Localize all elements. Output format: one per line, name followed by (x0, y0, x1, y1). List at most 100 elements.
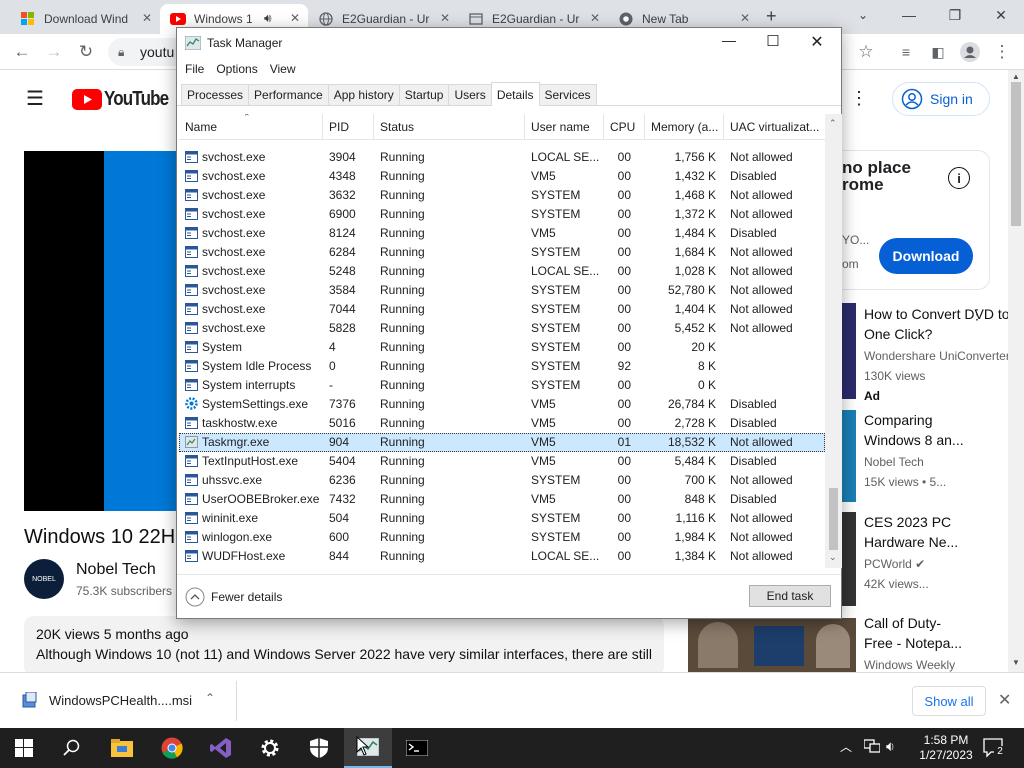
table-row[interactable]: svchost.exe 3632 Running SYSTEM 00 1,468 K Not… (179, 186, 825, 205)
task-manager-window[interactable]: Task Manager — ☐ ✕ File Options View Pro… (176, 27, 842, 619)
table-row[interactable]: winlogon.exe 600 Running SYSTEM 00 1,984 K Not… (179, 528, 825, 547)
tab-processes[interactable]: Processes (181, 84, 250, 105)
table-row[interactable]: svchost.exe 4348 Running VM5 00 1,432 K Disabl… (179, 167, 825, 186)
menu-file[interactable]: File (179, 62, 210, 76)
close-tab-icon[interactable]: ✕ (440, 11, 450, 25)
close-button[interactable]: ✕ (797, 32, 837, 54)
table-row[interactable]: svchost.exe 6900 Running SYSTEM 00 1,372 K Not… (179, 205, 825, 224)
table-row[interactable]: SystemSettings.exe 7376 Running VM5 00 26,784… (179, 395, 825, 414)
table-row[interactable]: WUDFHost.exe 844 Running LOCAL SE... 00 1,384… (179, 547, 825, 566)
scroll-down-arrow-icon[interactable]: ▼ (1012, 658, 1020, 667)
tab-performance[interactable]: Performance (248, 84, 329, 105)
table-row[interactable]: svchost.exe 7044 Running SYSTEM 00 1,404 K Not… (179, 300, 825, 319)
scroll-up-arrow-icon[interactable]: ▲ (1012, 72, 1020, 81)
ad-card[interactable]: no place rome i YO... om Download (842, 150, 990, 290)
minimize-button[interactable]: — (709, 32, 749, 54)
browser-menu-icon[interactable]: ⋮ (990, 40, 1014, 64)
table-row-selected[interactable]: Taskmgr.exe 904 Running VM5 01 18,532 K Not al… (179, 433, 825, 452)
ad-download-button[interactable]: Download (879, 238, 973, 274)
tab-services[interactable]: Services (538, 84, 597, 105)
tab-app-history[interactable]: App history (327, 84, 400, 105)
youtube-logo[interactable]: YouTube (72, 88, 180, 111)
related-video-2[interactable]: Comparing Windows 8 an... Nobel Tech 15K… (864, 410, 1014, 492)
related-thumbnail[interactable] (688, 618, 856, 672)
column-header-memory[interactable]: Memory (a... (645, 114, 724, 139)
hamburger-menu-icon[interactable]: ☰ (26, 89, 46, 109)
menu-view[interactable]: View (264, 62, 302, 76)
video-player[interactable] (24, 151, 184, 511)
column-header-uac[interactable]: UAC virtualizat... (724, 114, 825, 139)
table-row[interactable]: svchost.exe 3584 Running SYSTEM 00 52,780 K No… (179, 281, 825, 300)
reload-icon[interactable]: ↻ (74, 40, 98, 64)
restore-browser-button[interactable]: ❐ (932, 0, 978, 30)
scroll-up-arrow-icon[interactable]: ⌃ (829, 118, 837, 129)
table-row[interactable]: svchost.exe 8124 Running VM5 00 1,484 K Disabl… (179, 224, 825, 243)
side-panel-icon[interactable]: ◧ (926, 40, 950, 64)
column-header-cpu[interactable]: CPU (604, 114, 645, 139)
settings-gear-icon[interactable] (246, 728, 294, 768)
tab-details[interactable]: Details (490, 82, 540, 106)
table-scrollbar[interactable]: ⌃ ⌄ (825, 114, 842, 568)
tab-search-icon[interactable]: ⌄ (840, 0, 886, 30)
start-button[interactable] (0, 728, 48, 768)
table-row[interactable]: TextInputHost.exe 5404 Running VM5 00 5,484 K… (179, 452, 825, 471)
chrome-taskbar-icon[interactable] (148, 728, 196, 768)
close-tab-icon[interactable]: ✕ (740, 11, 750, 25)
close-download-bar-icon[interactable]: ✕ (998, 690, 1011, 710)
fewer-details-toggle[interactable]: Fewer details (185, 587, 282, 607)
table-row[interactable]: System Idle Process 0 Running SYSTEM 92 8 K (179, 357, 825, 376)
column-header-name[interactable]: Name ⌃ (179, 114, 323, 139)
related-thumbnail[interactable] (842, 303, 856, 399)
related-video-1[interactable]: How to Convert DVD to One Click? Wonders… (864, 304, 1014, 406)
audio-playing-icon[interactable]: 🔊︎ (264, 11, 272, 26)
table-row[interactable]: svchost.exe 5828 Running SYSTEM 00 5,452 K Not… (179, 319, 825, 338)
search-icon[interactable] (48, 728, 96, 768)
bookmark-star-icon[interactable]: ☆ (854, 40, 878, 64)
scrollbar-thumb[interactable] (1011, 82, 1021, 226)
minimize-browser-button[interactable]: — (886, 0, 932, 30)
visual-studio-icon[interactable] (197, 728, 245, 768)
info-icon[interactable]: i (948, 167, 970, 189)
video-description[interactable]: 20K views 5 months ago Although Windows … (24, 616, 664, 672)
table-row[interactable]: System interrupts - Running SYSTEM 00 0 K (179, 376, 825, 395)
file-explorer-icon[interactable] (98, 728, 146, 768)
forward-arrow-icon[interactable]: → (42, 40, 66, 64)
channel-name[interactable]: Nobel Tech (76, 561, 156, 579)
close-browser-button[interactable]: ✕ (978, 0, 1024, 30)
table-row[interactable]: taskhostw.exe 5016 Running VM5 00 2,728 K Disa… (179, 414, 825, 433)
scrollbar-thumb[interactable] (829, 488, 838, 550)
table-row[interactable]: wininit.exe 504 Running SYSTEM 00 1,116 K Not … (179, 509, 825, 528)
related-thumbnail[interactable] (842, 410, 856, 502)
tab-users[interactable]: Users (448, 84, 492, 105)
end-task-button[interactable]: End task (749, 585, 831, 607)
table-row[interactable]: uhssvc.exe 6236 Running SYSTEM 00 700 K Not al… (179, 471, 825, 490)
download-filename[interactable]: WindowsPCHealth....msi (49, 693, 192, 708)
table-row[interactable]: UserOOBEBroker.exe 7432 Running VM5 00 848 K D… (179, 490, 825, 509)
related-video-3[interactable]: CES 2023 PC Hardware Ne... PCWorld ✔︎ 42… (864, 512, 1014, 594)
show-hidden-icons-chevron-icon[interactable]: ︿ (840, 738, 852, 755)
tab-startup[interactable]: Startup (398, 84, 450, 105)
table-row[interactable]: svchost.exe 6284 Running SYSTEM 00 1,684 K Not… (179, 243, 825, 262)
show-all-button[interactable]: Show all (912, 686, 986, 716)
column-header-pid[interactable]: PID (323, 114, 374, 139)
download-options-chevron-icon[interactable]: ⌃ (205, 691, 215, 705)
close-tab-icon[interactable]: ✕ (590, 11, 600, 25)
column-header-username[interactable]: User name (525, 114, 604, 139)
related-video-4[interactable]: Call of Duty- Free - Notepa... Windows W… (864, 613, 1014, 672)
page-scrollbar[interactable]: ▲ ▼ (1008, 70, 1024, 672)
related-more-icon[interactable]: ⋮ (970, 306, 984, 323)
browser-tab[interactable]: Download Wind ✕ (10, 4, 160, 34)
related-thumbnail[interactable] (842, 512, 856, 606)
table-row[interactable]: svchost.exe 5248 Running LOCAL SE... 00 1,028… (179, 262, 825, 281)
new-tab-button[interactable]: + (766, 6, 777, 27)
menu-options[interactable]: Options (210, 62, 263, 76)
channel-avatar[interactable]: NOBEL (24, 559, 64, 599)
close-tab-icon[interactable]: ✕ (290, 11, 300, 25)
sign-in-button[interactable]: Sign in (892, 82, 990, 116)
table-row[interactable]: svchost.exe 3904 Running LOCAL SE... 00 1,756… (179, 148, 825, 167)
back-arrow-icon[interactable]: ← (10, 40, 34, 64)
column-header-status[interactable]: Status (374, 114, 525, 139)
close-tab-icon[interactable]: ✕ (142, 11, 152, 25)
notifications-icon[interactable]: 2 (982, 736, 1006, 758)
maximize-button[interactable]: ☐ (753, 32, 793, 54)
